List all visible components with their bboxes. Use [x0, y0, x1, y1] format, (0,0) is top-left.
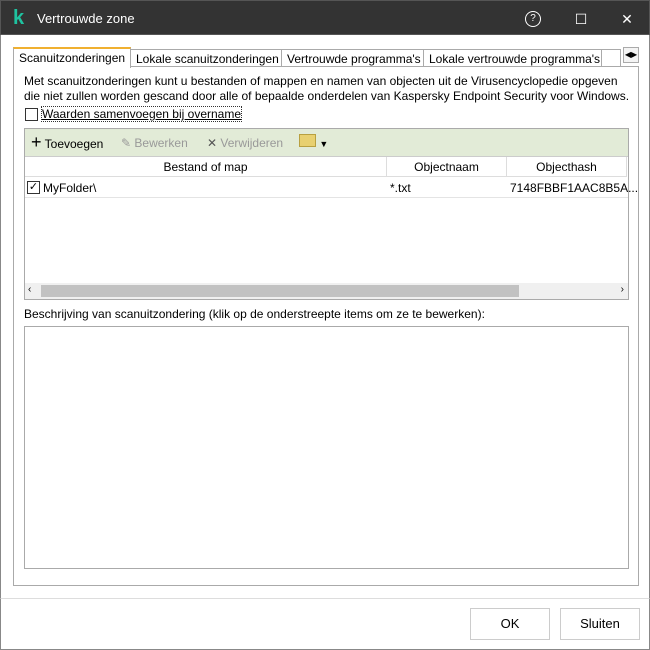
- add-button[interactable]: + Toevoegen: [31, 133, 104, 151]
- scrollbar-thumb[interactable]: [41, 285, 519, 297]
- tab-scroll-arrows[interactable]: ◀▶: [623, 47, 639, 63]
- tab-trusted-apps[interactable]: Vertrouwde programma's: [281, 49, 427, 67]
- tab-local-trusted-apps[interactable]: Lokale vertrouwde programma's: [423, 49, 607, 67]
- edit-button[interactable]: ✎ Bewerken: [121, 136, 188, 150]
- row-checkbox[interactable]: ✓: [27, 181, 40, 194]
- list-toolbar: + Toevoegen ✎ Bewerken ✕ Verwijderen ▼: [25, 129, 628, 157]
- scroll-left-icon[interactable]: ‹: [28, 284, 31, 295]
- dialog-footer: OK Sluiten: [0, 598, 650, 650]
- kaspersky-logo: k: [13, 7, 25, 29]
- delete-label: Verwijderen: [220, 136, 284, 150]
- folder-menu-button[interactable]: ▼: [299, 134, 328, 150]
- pencil-icon: ✎: [121, 136, 132, 150]
- dropdown-arrow-icon: ▼: [319, 139, 329, 149]
- edit-label: Bewerken: [134, 136, 188, 150]
- tab-local-scan-exclusions[interactable]: Lokale scanuitzonderingen: [130, 49, 285, 67]
- row-divider: [25, 197, 628, 198]
- folder-icon: [299, 134, 316, 147]
- help-icon[interactable]: ?: [525, 11, 541, 27]
- cell-file: MyFolder\: [43, 181, 97, 195]
- ok-button[interactable]: OK: [470, 608, 550, 640]
- details-label: Beschrijving van scanuitzondering (klik …: [24, 307, 485, 321]
- x-icon: ✕: [207, 136, 218, 150]
- dialog-body: Scanuitzonderingen Lokale scanuitzonderi…: [0, 35, 650, 598]
- close-icon[interactable]: ✕: [617, 9, 637, 29]
- maximize-icon[interactable]: ☐: [571, 9, 591, 29]
- cell-hash: 7148FBBF1AAC8B5A...: [510, 181, 639, 195]
- merge-checkbox[interactable]: [25, 108, 38, 121]
- title-bar: k Vertrouwde zone ? ☐ ✕: [0, 0, 650, 35]
- column-header-hash[interactable]: Objecthash: [507, 157, 627, 177]
- description-text: Met scanuitzonderingen kunt u bestanden …: [24, 74, 630, 103]
- add-label: Toevoegen: [44, 137, 104, 151]
- tab-more[interactable]: [601, 49, 621, 67]
- plus-icon: +: [31, 132, 42, 152]
- exclusions-list: + Toevoegen ✎ Bewerken ✕ Verwijderen ▼ B…: [24, 128, 638, 300]
- column-header-object[interactable]: Objectnaam: [387, 157, 507, 177]
- horizontal-scrollbar[interactable]: ‹ ›: [25, 283, 628, 299]
- column-header-file[interactable]: Bestand of map: [25, 157, 387, 177]
- tab-panel: Met scanuitzonderingen kunt u bestanden …: [13, 66, 639, 586]
- window-title: Vertrouwde zone: [37, 11, 135, 26]
- cell-object: *.txt: [390, 181, 411, 195]
- close-button[interactable]: Sluiten: [560, 608, 640, 640]
- details-box[interactable]: [24, 326, 629, 569]
- merge-checkbox-label[interactable]: Waarden samenvoegen bij overname: [40, 106, 243, 122]
- tab-scan-exclusions[interactable]: Scanuitzonderingen: [13, 47, 132, 68]
- scroll-right-icon[interactable]: ›: [621, 284, 624, 295]
- delete-button[interactable]: ✕ Verwijderen: [207, 136, 283, 150]
